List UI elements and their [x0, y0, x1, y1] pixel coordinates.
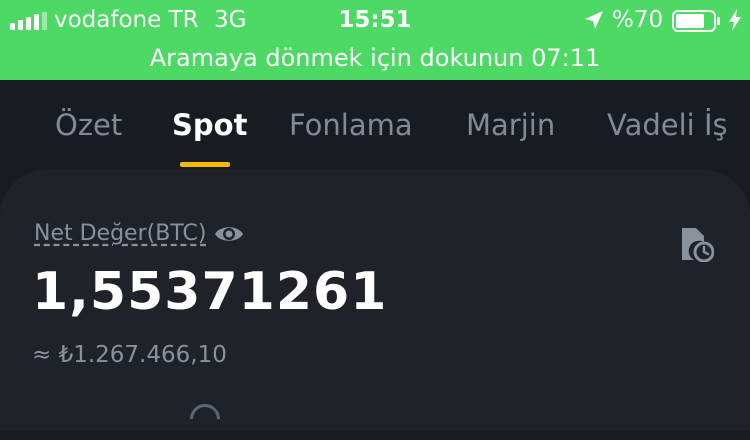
net-value-label[interactable]: Net Değer(BTC) — [34, 220, 206, 248]
net-value-amount: 1,55371261 — [32, 262, 388, 322]
location-arrow-icon — [585, 11, 603, 29]
tab-overview[interactable]: Özet — [55, 106, 122, 144]
charging-bolt-icon — [729, 9, 741, 31]
history-icon[interactable] — [680, 226, 714, 262]
active-tab-indicator — [180, 162, 230, 167]
battery-percentage: %70 — [612, 7, 664, 33]
status-bar: vodafone TR 3G 15:51 %70 — [0, 0, 750, 40]
battery-icon — [672, 10, 720, 32]
tabs-overflow-fade — [722, 80, 750, 170]
fiat-equivalent: ≈ ₺1.267.466,10 — [32, 342, 227, 368]
tab-spot[interactable]: Spot — [172, 106, 247, 144]
tab-margin[interactable]: Marjin — [466, 106, 555, 144]
balance-card: Net Değer(BTC) 1,55371261 ≈ ₺1.267.466,1… — [0, 170, 750, 440]
status-area[interactable]: vodafone TR 3G 15:51 %70 Aramaya dönmek … — [0, 0, 750, 80]
partial-icon — [183, 397, 227, 440]
return-to-call-banner[interactable]: Aramaya dönmek için dokunun 07:11 — [0, 42, 750, 74]
wallet-tabs: Özet Spot Fonlama Marjin Vadeli İş — [0, 80, 750, 170]
tab-futures[interactable]: Vadeli İş — [607, 106, 728, 144]
tab-funding[interactable]: Fonlama — [289, 106, 413, 144]
eye-icon[interactable] — [214, 222, 244, 246]
